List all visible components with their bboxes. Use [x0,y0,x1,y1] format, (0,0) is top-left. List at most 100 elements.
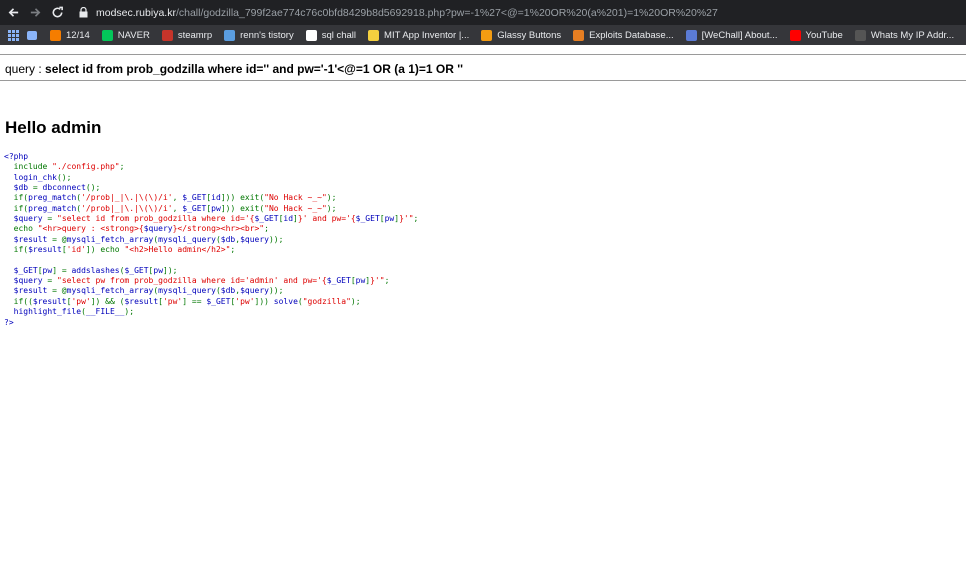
code-token: if( [4,245,29,255]
code-token: ; [119,162,125,172]
bookmark-label: steamrp [177,29,213,41]
code-token: pw [153,265,164,275]
code-line: <?php [4,152,28,161]
bookmark-item[interactable]: renn's tistory [224,29,294,41]
code-line: if($result['id']) echo "<h2>Hello admin<… [4,245,236,255]
address-bar[interactable]: modsec.rubiya.kr/chall/godzilla_799f2ae7… [76,2,966,23]
code-token: addslashes [71,265,120,275]
exploit-db-icon [573,29,585,41]
code-token: $query [240,286,269,296]
code-token: if( [4,203,29,213]
apps-icon[interactable] [8,29,19,41]
code-token: ] = [52,265,72,275]
bookmark-item[interactable]: NAVER [101,29,150,41]
query-display: query : select id from prob_godzilla whe… [5,62,463,76]
code-token: (); [56,172,72,182]
bookmark-item[interactable]: YouTube [789,29,843,41]
code-token: }'" [399,214,414,224]
code-line: if(($result['pw']) && ($result['pw'] == … [4,297,361,306]
code-line: echo "<hr>query : <strong>{$query}</stro… [4,224,269,233]
code-token: __FILE__ [85,307,125,317]
code-token: ); [326,193,337,203]
code-token: ; [230,245,236,255]
url-host: modsec.rubiya.kr [96,6,176,19]
glassy-icon [481,29,493,41]
code-token: preg_match [28,193,77,203]
code-token: preg_match [28,203,77,213]
code-token: $db [4,183,33,193]
code-token: $_GET [254,214,279,224]
code-token: = [47,214,57,224]
bookmark-label: NAVER [117,29,150,41]
code-token: ]) && ( [90,296,125,306]
code-token: mysqli_fetch_array [66,234,154,244]
reload-button[interactable] [46,2,68,24]
code-token: ]) echo [85,245,125,255]
code-token: $result [32,296,67,306]
code-token: ])) [254,296,274,306]
query-label: query : [5,62,46,76]
code-token: 'pw' [235,296,255,306]
code-token: '/prob|_|\.|\(\)/i' [81,203,173,213]
app-inventor-icon [368,29,380,41]
bookmark-label: MIT App Inventor |... [384,29,470,41]
code-token: ); [124,307,135,317]
bookmark-label: renn's tistory [240,29,294,41]
code-token: , [172,193,183,203]
php-source-code: <?php include "./config.php"; login_chk(… [4,152,418,328]
code-token: "<h2>Hello admin</h2>" [124,245,231,255]
bookmark-item[interactable]: sql chall [305,29,356,41]
code-token: ; [413,214,419,224]
code-token: = @ [52,234,67,244]
bookmark-item[interactable] [27,30,42,40]
code-token: if(( [4,296,33,306]
bookmark-item[interactable]: Whats My IP Addr... [854,29,954,41]
browser-toolbar: modsec.rubiya.kr/chall/godzilla_799f2ae7… [0,0,966,25]
code-token: }' and pw='{ [297,214,356,224]
code-line [4,255,9,264]
code-line: $db = dbconnect(); [4,183,101,193]
code-token: ] == [182,296,207,306]
bookmark-item[interactable]: MIT App Inventor |... [368,29,470,41]
bookmark-folder-icon [27,30,37,40]
code-token: pw [355,276,366,286]
bookmark-item[interactable]: [WeChall] About... [685,29,778,41]
code-token: $_GET [355,214,380,224]
code-token: pw [211,203,221,213]
code-token: echo [4,224,38,234]
bookmark-item[interactable]: 12/14 [50,29,90,41]
code-token: ); [326,203,337,213]
code-token: $_GET [206,296,231,306]
code-token: $query [4,276,48,286]
arrow-right-icon [30,8,40,17]
bookmark-item[interactable]: steamrp [161,29,213,41]
bookmark-item[interactable]: Exploits Database... [573,29,674,41]
back-button[interactable] [2,2,24,24]
bookmark-item[interactable]: Glassy Buttons [481,29,561,41]
code-line: $query = "select pw from prob_godzilla w… [4,276,390,286]
forward-button[interactable] [24,2,46,24]
code-token: 'id' [66,245,86,255]
code-line: $result = @mysqli_fetch_array(mysqli_que… [4,286,284,296]
code-token: )); [268,234,284,244]
code-token: mysqli_query [158,286,216,296]
code-line: include "./config.php"; [4,162,125,172]
code-line: $query = "select id from prob_godzilla w… [4,214,419,224]
code-token: $_GET [4,265,38,275]
code-token: (); [85,183,101,193]
code-token: }'" [370,276,385,286]
steam-icon [161,29,173,41]
code-token: "select id from prob_godzilla where id='… [57,214,255,224]
query-sql: select id from prob_godzilla where id=''… [45,62,463,76]
code-token: "./config.php" [52,162,120,172]
code-token: solve [273,296,298,306]
code-token: = [32,183,43,193]
tistory-icon [224,29,236,41]
code-line: $_GET[pw] = addslashes($_GET[pw]); [4,265,178,275]
code-token: = [47,276,57,286]
arrow-left-icon [8,8,18,17]
code-token: ])) exit( [220,203,265,213]
code-token: }</strong><hr><br>" [172,224,265,234]
code-token: 'pw' [162,296,183,306]
